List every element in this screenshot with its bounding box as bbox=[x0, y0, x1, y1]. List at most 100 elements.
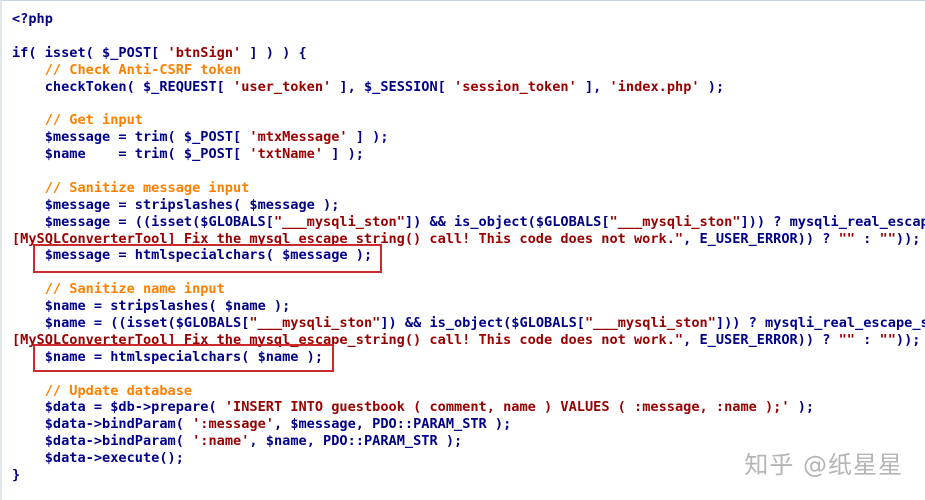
highlight-box-htmlspecialchars-name bbox=[33, 344, 334, 372]
code-line: // Update database bbox=[12, 383, 925, 400]
code-token: mysqli_real_escape_string bbox=[789, 213, 925, 230]
code-token: "" bbox=[838, 331, 855, 348]
code-token: // Check Anti-CSRF token bbox=[44, 61, 242, 78]
code-token: 'index.php' bbox=[609, 78, 700, 95]
code-token: $message bbox=[249, 196, 315, 213]
code-token: ]) && bbox=[380, 315, 430, 332]
watermark-text: 知乎 @纸星星 bbox=[744, 451, 903, 479]
code-token: 'mtxMessage' bbox=[249, 129, 348, 146]
code-token: ], bbox=[576, 78, 610, 95]
code-line: // Sanitize name input bbox=[12, 281, 925, 298]
code-token: $GLOBALS bbox=[175, 315, 242, 332]
code-token: if bbox=[12, 44, 29, 61]
code-token: is_object bbox=[429, 315, 504, 332]
code-token: [ bbox=[265, 213, 274, 230]
code-token: ( bbox=[85, 44, 103, 61]
code-token: = bbox=[110, 129, 135, 146]
code-token: $_POST bbox=[102, 44, 152, 61]
code-token: ); bbox=[314, 196, 340, 213]
code-token: ] ); bbox=[347, 129, 389, 146]
code-token: (); bbox=[159, 450, 184, 467]
code-token: , E_USER_ERROR)) ? bbox=[683, 331, 839, 348]
code-token: stripslashes bbox=[134, 196, 234, 213]
code-token: "___mysqli_ston" bbox=[249, 315, 381, 332]
code-token: $message bbox=[44, 196, 111, 213]
code-line: // Sanitize message input bbox=[12, 180, 925, 197]
code-token: $name bbox=[44, 298, 86, 315]
code-token: [ bbox=[576, 315, 585, 332]
code-token: -> bbox=[85, 416, 103, 433]
code-token: , bbox=[273, 416, 291, 433]
code-token: ], bbox=[331, 78, 364, 95]
code-token: // Update database bbox=[44, 382, 193, 399]
code-token: "" bbox=[838, 230, 855, 247]
code-token: = (( bbox=[85, 315, 127, 332]
code-token: : bbox=[854, 230, 880, 247]
code-token: $data bbox=[44, 399, 86, 416]
code-token: = bbox=[85, 146, 135, 163]
code-token: ( bbox=[208, 399, 225, 416]
code-token: ( bbox=[167, 315, 176, 332]
code-token: ); bbox=[699, 78, 725, 95]
code-line: $message = ((isset($GLOBALS["___mysqli_s… bbox=[12, 214, 925, 231]
code-token: is_object bbox=[454, 213, 528, 230]
code-line: checkToken( $_REQUEST[ 'user_token' ], $… bbox=[12, 79, 925, 96]
code-token: // Get input bbox=[44, 112, 143, 129]
code-token: ); bbox=[789, 399, 815, 416]
code-token: [ bbox=[233, 146, 250, 163]
code-token: [ bbox=[233, 129, 250, 146]
code-token: = bbox=[85, 399, 111, 416]
code-token: 'btnSign' bbox=[167, 44, 242, 61]
code-token: $db bbox=[110, 399, 135, 416]
code-token: 'INSERT INTO guestbook ( comment, name )… bbox=[224, 399, 790, 416]
code-token: $GLOBALS bbox=[200, 213, 266, 230]
code-token: $name bbox=[265, 433, 307, 450]
code-token: bindParam bbox=[102, 416, 176, 433]
code-line: $name = trim( $_POST[ 'txtName' ] ); bbox=[12, 146, 925, 163]
code-token: , E_USER_ERROR)) ? bbox=[683, 230, 839, 247]
code-token: $GLOBALS bbox=[511, 315, 577, 332]
code-line: $name = stripslashes( $name ); bbox=[12, 298, 925, 315]
code-token: stripslashes bbox=[110, 298, 209, 315]
code-token: "___mysqli_ston" bbox=[584, 315, 716, 332]
code-token: [ bbox=[151, 44, 168, 61]
code-token: = bbox=[110, 196, 135, 213]
code-token: 'session_token' bbox=[454, 78, 577, 95]
code-token: $name bbox=[44, 146, 86, 163]
code-token: = bbox=[85, 298, 111, 315]
code-token: ( bbox=[167, 129, 184, 146]
code-token: $name bbox=[224, 298, 266, 315]
code-token: ( bbox=[233, 196, 250, 213]
code-token: = (( bbox=[110, 213, 152, 230]
code-token: )); bbox=[895, 230, 921, 247]
code-token: )); bbox=[895, 331, 921, 348]
code-token: -> bbox=[134, 399, 152, 416]
code-token: isset bbox=[126, 315, 168, 332]
code-token: } bbox=[12, 467, 21, 484]
code-token: isset bbox=[44, 44, 86, 61]
code-token: // Sanitize message input bbox=[44, 179, 250, 196]
code-line: <?php bbox=[12, 11, 925, 28]
code-token: , PDO::PARAM_STR ); bbox=[306, 433, 463, 450]
code-token: ] ) ) { bbox=[241, 44, 307, 61]
code-token: $data bbox=[44, 416, 86, 433]
code-token: "" bbox=[879, 230, 896, 247]
code-token: $data bbox=[44, 450, 86, 467]
code-token: ]) && bbox=[404, 213, 454, 230]
code-token: ])) ? bbox=[715, 315, 766, 332]
code-line: $data = $db->prepare( 'INSERT INTO guest… bbox=[12, 399, 925, 416]
